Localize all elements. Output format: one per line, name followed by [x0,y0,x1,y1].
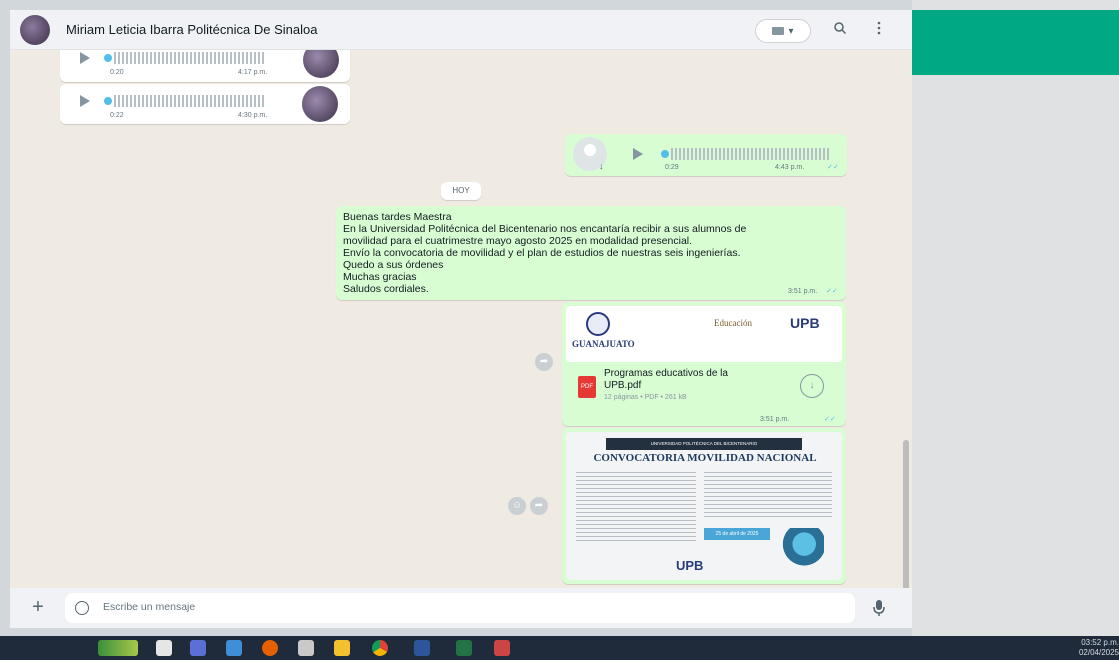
os-taskbar: 03:52 p.m. 02/04/2025 [0,636,1119,660]
message-body: Buenas tardes Maestra En la Universidad … [343,211,747,295]
image-date-badge: 25 de abril de 2025 [704,528,770,540]
upb-logo-label: UPB [790,315,820,331]
message-list[interactable]: 0:20 4:17 p.m. 0:22 4:30 p.m. ↓ 0:29 4:4… [10,50,912,588]
sender-avatar [302,86,338,122]
image-right-column [704,472,832,520]
mascot-bird-illustration [780,528,824,574]
forward-icon[interactable]: ➦ [535,353,553,371]
message-composer: + Escribe un mensaje [10,588,912,628]
text-message-outgoing[interactable]: Buenas tardes Maestra En la Universidad … [336,206,846,300]
chat-header[interactable]: Miriam Leticia Ibarra Politécnica De Sin… [10,10,912,50]
chevron-down-icon: ▾ [788,25,794,37]
document-preview[interactable]: GUANAJUATO Educación UPB [566,306,842,362]
kebab-menu-icon[interactable] [872,20,886,40]
system-clock[interactable]: 03:52 p.m. 02/04/2025 [1066,638,1119,658]
right-green-banner [912,10,1119,75]
play-icon[interactable] [80,52,90,64]
audio-progress-dot[interactable] [661,150,669,158]
play-icon[interactable] [80,95,90,107]
read-receipt-icon: ✓✓ [827,164,839,171]
printer-icon[interactable] [298,640,314,656]
forward-icon[interactable]: ➦ [530,497,548,515]
message-time: 4:17 p.m. [238,69,268,76]
message-time: 3:51 p.m. [788,288,818,295]
microphone-icon[interactable] [872,598,886,618]
audio-waveform[interactable] [671,148,831,160]
audio-duration: 0:29 [665,164,679,171]
app-grid-icon[interactable] [494,640,510,656]
clock-time: 03:52 p.m. [1081,638,1119,647]
play-icon[interactable] [633,148,643,160]
people-icon[interactable] [226,640,242,656]
react-emoji-icon[interactable]: ☺ [508,497,526,515]
attach-plus-icon[interactable]: + [28,597,48,617]
chat-panel: Miriam Leticia Ibarra Politécnica De Sin… [10,10,912,628]
day-separator: HOY [441,182,481,200]
image-message-outgoing[interactable]: UNIVERSIDAD POLITÉCNICA DEL BICENTENARIO… [562,428,846,584]
guanajuato-logo [586,312,610,336]
word-icon[interactable] [414,640,430,656]
image-left-column [576,472,696,544]
file-explorer-icon[interactable] [334,640,350,656]
firefox-icon[interactable] [262,640,278,656]
whatsapp-web-window: Miriam Leticia Ibarra Politécnica De Sin… [0,0,1119,660]
voice-message-incoming[interactable]: 0:20 4:17 p.m. [60,50,350,82]
audio-progress-dot[interactable] [104,54,112,62]
emoji-icon[interactable] [75,601,89,615]
video-call-button[interactable]: ▾ [755,19,811,43]
image-footer-logo: UPB [676,558,704,573]
download-arrow-icon[interactable]: ↓ [599,161,604,171]
excel-icon[interactable] [456,640,472,656]
message-time: 3:51 p.m. [760,416,790,423]
audio-duration: 0:20 [110,69,124,76]
search-icon[interactable] [830,20,850,40]
image-banner: UNIVERSIDAD POLITÉCNICA DEL BICENTENARIO [606,438,802,450]
voice-message-incoming[interactable]: 0:22 4:30 p.m. [60,84,350,124]
voice-message-outgoing[interactable]: ↓ 0:29 4:43 p.m. ✓✓ [565,134,847,176]
right-side-panel [912,0,1119,636]
convocatoria-image[interactable]: UNIVERSIDAD POLITÉCNICA DEL BICENTENARIO… [566,432,842,580]
teams-chat-icon[interactable] [190,640,206,656]
guanajuato-label: GUANAJUATO [572,339,635,349]
read-receipt-icon: ✓✓ [826,288,838,295]
audio-progress-dot[interactable] [104,97,112,105]
audio-waveform[interactable] [114,52,264,64]
message-time: 4:30 p.m. [238,112,268,119]
audio-waveform[interactable] [114,95,264,107]
video-camera-icon [772,27,785,35]
clock-date: 02/04/2025 [1078,648,1119,657]
file-meta: 12 páginas • PDF • 261 kB [604,394,687,401]
widgets-icon[interactable] [98,640,138,656]
task-view-icon[interactable] [156,640,172,656]
message-input[interactable]: Escribe un mensaje [65,593,855,623]
user-avatar-placeholder: ↓ [573,137,607,171]
image-title: CONVOCATORIA MOVILIDAD NACIONAL [593,452,817,464]
scrollbar[interactable] [903,440,909,588]
person-icon [584,144,596,156]
download-button[interactable]: ↓ [800,374,824,398]
chrome-icon[interactable] [372,640,388,656]
sender-avatar [303,50,339,78]
audio-duration: 0:22 [110,112,124,119]
read-receipt-icon: ✓✓ [824,416,836,423]
file-name: Programas educativos de la UPB.pdf [604,368,728,391]
contact-name[interactable]: Miriam Leticia Ibarra Politécnica De Sin… [66,22,317,37]
education-logo-label: Educación [714,318,752,328]
document-message-outgoing[interactable]: GUANAJUATO Educación UPB PDF Programas e… [562,302,846,426]
message-input-placeholder: Escribe un mensaje [103,601,196,613]
contact-avatar[interactable] [20,14,50,45]
pdf-file-icon: PDF [578,376,596,398]
message-time: 4:43 p.m. [775,164,805,171]
